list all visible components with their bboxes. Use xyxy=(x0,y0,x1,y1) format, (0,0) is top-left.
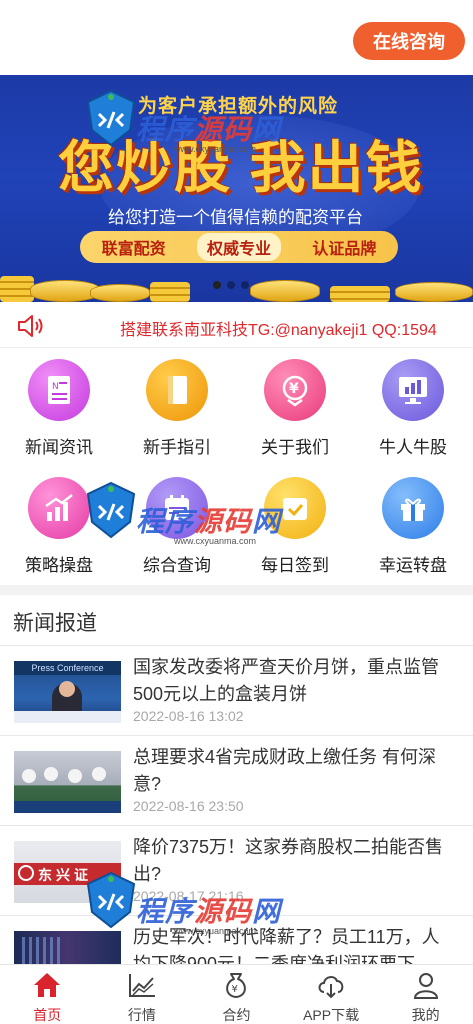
tab-label: APP下载 xyxy=(303,1007,360,1023)
svg-text:¥: ¥ xyxy=(232,984,238,995)
menu-top-traders[interactable]: 牛人牛股 xyxy=(354,349,472,467)
thumb-caption: 东兴证 xyxy=(38,867,92,883)
money-bag-icon: ¥ xyxy=(226,973,247,998)
tab-label: 行情 xyxy=(127,1007,156,1023)
top-bar: 在线咨询 xyxy=(0,0,473,75)
news-item[interactable]: Press Conference 国家发改委将严查天价月饼，重点监管500元以上… xyxy=(0,646,473,736)
menu-label: 新手指引 xyxy=(143,438,211,457)
cloud-download-icon xyxy=(318,976,344,999)
home-icon xyxy=(34,973,61,997)
section-separator xyxy=(0,585,473,595)
menu-label: 关于我们 xyxy=(261,438,329,457)
news-title: 总理要求4省完成财政上缴任务 有何深意? xyxy=(133,747,437,794)
svg-text:¥: ¥ xyxy=(289,381,299,397)
news-section-title: 新闻报道 xyxy=(13,612,97,635)
news-doc-icon: N xyxy=(28,359,90,421)
speaker-icon xyxy=(18,315,43,337)
tab-market[interactable]: 行情 xyxy=(95,965,190,1024)
banner-headline: 您炒股 我出钱 xyxy=(58,136,424,199)
menu-strategy[interactable]: 策略操盘 xyxy=(0,467,118,585)
carousel-dot[interactable] xyxy=(241,281,249,289)
menu-label: 牛人牛股 xyxy=(379,438,447,457)
news-time: 2022-08-16 23:50 xyxy=(133,798,244,814)
tab-contract[interactable]: ¥ 合约 xyxy=(189,965,284,1024)
news-thumbnail: Press Conference xyxy=(14,661,121,723)
notice-text: 搭建联系南亚科技TG:@nanyakeji1 QQ:1594 xyxy=(120,322,437,339)
rising-bars-icon xyxy=(28,477,90,539)
banner-pill: 认证品牌 xyxy=(312,241,377,258)
banner-pill: 权威专业 xyxy=(196,233,281,261)
menu-news[interactable]: N 新闻资讯 xyxy=(0,349,118,467)
news-time: 2022-08-16 13:02 xyxy=(133,708,244,724)
online-consult-button[interactable]: 在线咨询 xyxy=(353,22,465,60)
checkin-icon xyxy=(264,477,326,539)
news-title: 国家发改委将严查天价月饼，重点监管500元以上的盒装月饼 xyxy=(133,657,439,704)
tab-label: 首页 xyxy=(33,1007,62,1023)
news-time: 2022-08-17 21:16 xyxy=(133,888,244,904)
feature-grid: N 新闻资讯 新手指引 ¥ 关于我们 牛人牛股 策略操盘 综合查询 每日签到 幸… xyxy=(0,349,473,585)
calendar-query-icon xyxy=(146,477,208,539)
market-chart-icon xyxy=(128,974,155,997)
news-item[interactable]: 东兴证 降价7375万！这家券商股权二拍能否售出? 2022-08-17 21:… xyxy=(0,826,473,916)
banner-subline: 给您打造一个值得信赖的配资平台 xyxy=(108,208,363,227)
banner-tagline: 为客户承担额外的风险 xyxy=(138,96,339,117)
promo-banner[interactable]: 为客户承担额外的风险 您炒股 我出钱 给您打造一个值得信赖的配资平台 联富配资 … xyxy=(0,75,473,302)
banner-pill: 联富配资 xyxy=(101,241,166,258)
yen-badge-icon: ¥ xyxy=(264,359,326,421)
thumb-caption: Press Conference xyxy=(14,661,121,675)
news-thumbnail: 东兴证 xyxy=(14,841,121,903)
news-item[interactable]: 总理要求4省完成财政上缴任务 有何深意? 2022-08-16 23:50 xyxy=(0,736,473,826)
menu-about[interactable]: ¥ 关于我们 xyxy=(236,349,354,467)
menu-label: 每日签到 xyxy=(261,556,329,575)
menu-checkin[interactable]: 每日签到 xyxy=(236,467,354,585)
menu-label: 新闻资讯 xyxy=(25,438,93,457)
bottom-tab-bar: 首页 行情 ¥ 合约 APP下载 我的 xyxy=(0,964,473,1024)
tab-app-download[interactable]: APP下载 xyxy=(284,965,379,1024)
chart-monitor-icon xyxy=(382,359,444,421)
menu-lucky-wheel[interactable]: 幸运转盘 xyxy=(354,467,472,585)
carousel-dots xyxy=(213,281,249,289)
menu-query[interactable]: 综合查询 xyxy=(118,467,236,585)
menu-label: 综合查询 xyxy=(143,556,211,575)
menu-guide[interactable]: 新手指引 xyxy=(118,349,236,467)
news-thumbnail xyxy=(14,751,121,813)
tab-mine[interactable]: 我的 xyxy=(378,965,473,1024)
tab-label: 我的 xyxy=(411,1007,440,1023)
book-icon xyxy=(146,359,208,421)
menu-label: 幸运转盘 xyxy=(379,556,447,575)
menu-label: 策略操盘 xyxy=(25,556,93,575)
carousel-dot[interactable] xyxy=(213,281,221,289)
tab-label: 合约 xyxy=(222,1007,251,1023)
banner-pill-row: 联富配资 权威专业 认证品牌 xyxy=(80,231,398,263)
carousel-dot[interactable] xyxy=(227,281,235,289)
user-icon xyxy=(413,973,438,999)
news-title: 降价7375万！这家券商股权二拍能否售出? xyxy=(133,837,444,884)
notice-bar[interactable]: 搭建联系南亚科技TG:@nanyakeji1 QQ:1594 xyxy=(0,302,473,348)
tab-home[interactable]: 首页 xyxy=(0,965,95,1024)
gift-icon xyxy=(382,477,444,539)
svg-text:N: N xyxy=(52,382,59,392)
